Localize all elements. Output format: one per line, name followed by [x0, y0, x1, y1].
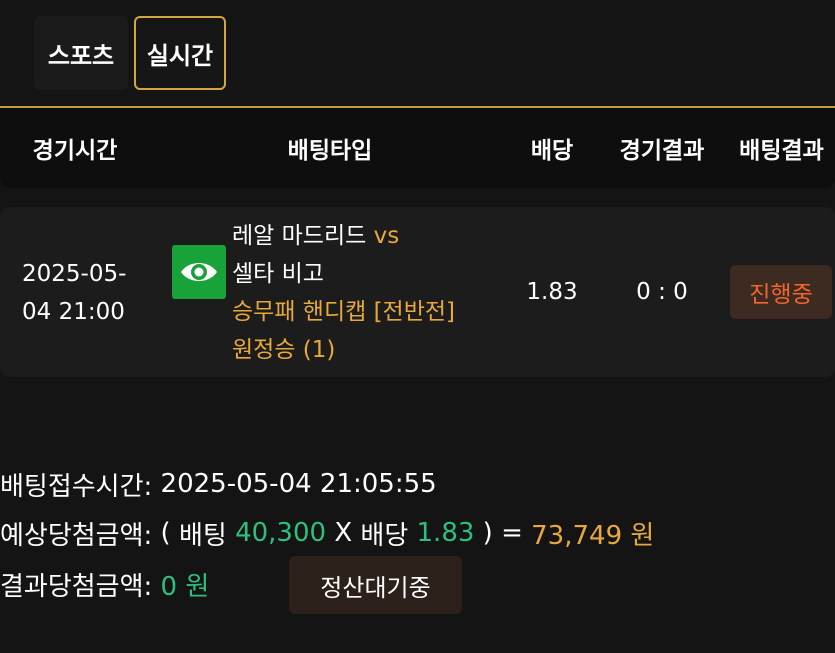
header-odds: 배당 [530, 138, 574, 164]
expected-win-line: 예상당첨금액: ( 배팅 40,300 X 배당 1.83 ) = 73,749… [0, 511, 654, 555]
received-label: 배팅접수시간: [0, 471, 153, 502]
match-score: 0 : 0 [636, 279, 688, 305]
view-button[interactable] [172, 245, 226, 299]
result-win-line: 결과당첨금액: 0 원 [0, 562, 209, 606]
table-row: 2025-05- 04 21:00 레알 마드리드 vs 셀타 비고 승무패 핸… [0, 207, 835, 377]
received-value: 2025-05-04 21:05:55 [160, 469, 437, 499]
header-bet-result: 배팅결과 [739, 138, 824, 164]
result-label: 결과당첨금액: [0, 571, 153, 602]
odds-word: 배당 [360, 520, 409, 551]
tab-live[interactable]: 실시간 [134, 16, 226, 90]
tab-sports[interactable]: 스포츠 [34, 16, 128, 90]
away-team: 셀타 비고 [232, 261, 324, 287]
match-date: 2025-05- [22, 261, 127, 287]
tab-bar: 스포츠 실시간 [34, 16, 226, 90]
bet-word: 배팅 [178, 520, 227, 551]
received-time-line: 배팅접수시간: 2025-05-04 21:05:55 [0, 462, 437, 506]
vs-label: vs [373, 223, 400, 249]
open-paren: ( [160, 518, 171, 548]
header-match-result: 경기결과 [619, 138, 705, 164]
home-team: 레알 마드리드 [232, 223, 367, 249]
eye-icon [181, 263, 217, 281]
status-badge: 진행중 [730, 265, 832, 319]
bet-type-cell: 레알 마드리드 vs 셀타 비고 승무패 핸디캡 [전반전] 원정승 (1) [232, 217, 512, 369]
header-bet-type: 배팅타입 [287, 138, 373, 164]
times-sign: X [334, 518, 353, 548]
expected-label: 예상당첨금액: [0, 520, 153, 551]
expected-amount: 73,749 원 [531, 520, 655, 551]
odds-value: 1.83 [526, 279, 578, 305]
table-header: 경기시간 배팅타입 배당 경기결과 배팅결과 [0, 108, 835, 188]
header-time: 경기시간 [32, 138, 118, 164]
match-clock: 04 21:00 [22, 299, 125, 325]
market-pick: 원정승 (1) [232, 337, 336, 363]
settlement-pending-button[interactable]: 정산대기중 [289, 556, 462, 614]
market-name: 승무패 핸디캡 [전반전] [232, 299, 456, 325]
bet-amount: 40,300 [235, 518, 327, 548]
result-amount: 0 원 [160, 571, 210, 602]
match-time: 2025-05- 04 21:00 [22, 255, 152, 331]
close-equals: ) = [482, 518, 523, 548]
summary-odds: 1.83 [416, 518, 475, 548]
